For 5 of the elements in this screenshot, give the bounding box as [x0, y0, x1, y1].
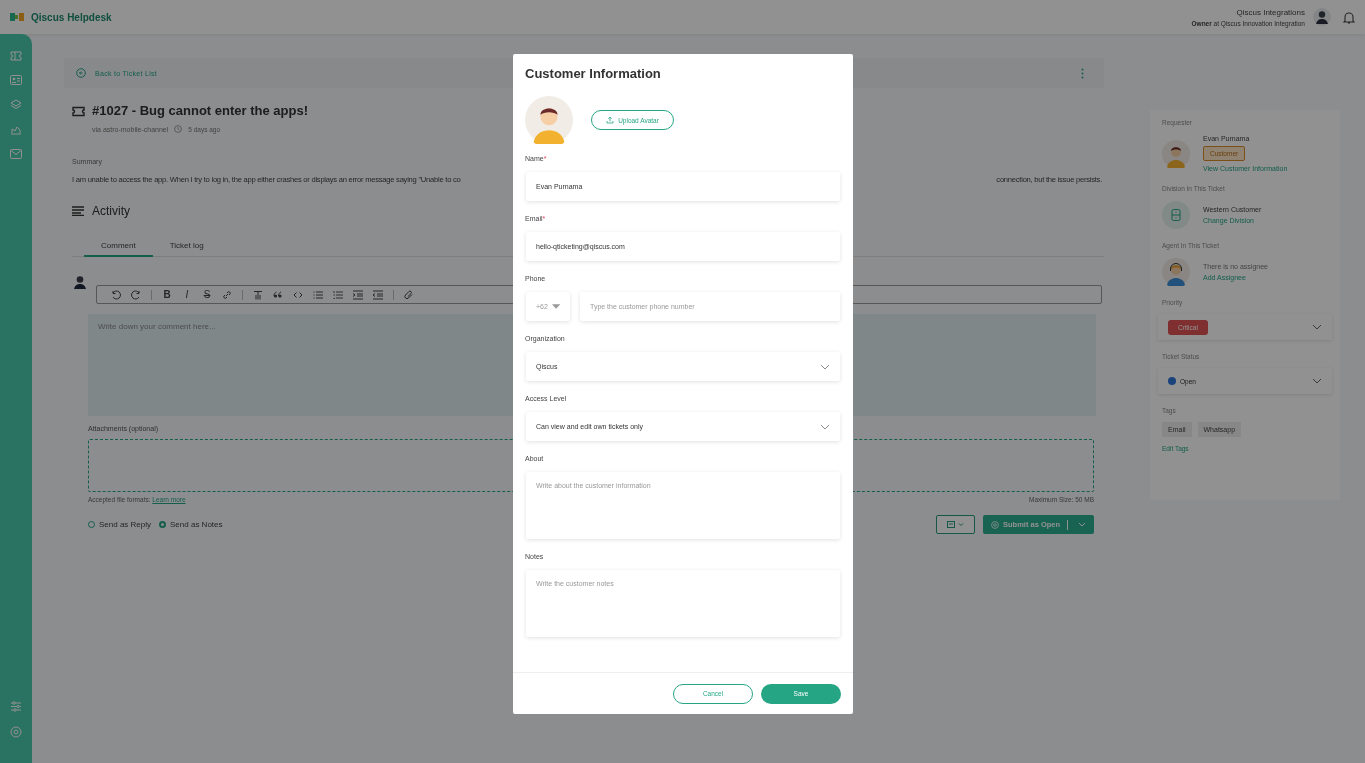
user-name: Qiscus Integrations	[1236, 7, 1305, 17]
activity-title: Activity	[92, 203, 130, 220]
dialog-title: Customer Information	[525, 66, 662, 82]
app-name: Qiscus Helpdesk	[31, 11, 112, 23]
ticket-title: #1027 - Bug cannot enter the apps!	[92, 102, 308, 120]
